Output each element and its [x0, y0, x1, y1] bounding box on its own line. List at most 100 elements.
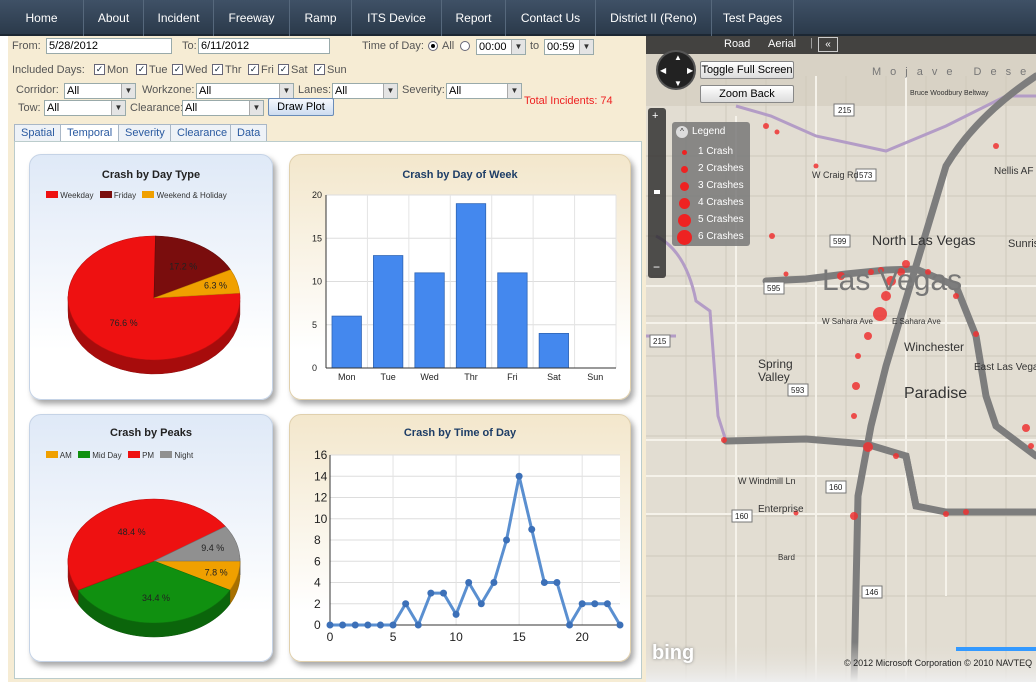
y-tick-label-4: 8	[314, 533, 321, 547]
nav-district-ii[interactable]: District II (Reno)	[596, 0, 712, 36]
lanes-select[interactable]: All ▼	[332, 83, 398, 99]
zoom-thumb[interactable]	[654, 190, 660, 194]
bing-logo: bing	[652, 642, 695, 664]
legend-dot-4	[679, 198, 690, 209]
map-aerial-button[interactable]: Aerial	[768, 38, 796, 50]
chart-card-day-of-week: Crash by Day of Week 0 5 10 15 20 Mon Tue Wed Th…	[289, 154, 631, 400]
legend-item-3: 3 Crashes	[698, 180, 744, 191]
pan-up-icon[interactable]: ▲	[674, 53, 682, 62]
clearance-select[interactable]: All ▼	[182, 100, 264, 116]
nav-test-pages[interactable]: Test Pages	[712, 0, 794, 36]
corridor-select[interactable]: All ▼	[64, 83, 136, 99]
map-pan-control[interactable]: ▲ ▼ ◀ ▶	[656, 50, 696, 90]
x-tick-label-1: 5	[390, 630, 397, 644]
pan-right-icon[interactable]: ▶	[687, 66, 693, 75]
x-tick-label-thr: Thr	[464, 372, 478, 382]
nav-ramp[interactable]: Ramp	[290, 0, 352, 36]
data-point-1	[339, 621, 347, 629]
day-checkbox-mon[interactable]: ✓	[94, 64, 105, 75]
nav-its-device[interactable]: ITS Device	[352, 0, 442, 36]
bar-fri	[497, 272, 528, 369]
tab-spatial[interactable]: Spatial	[14, 124, 62, 142]
tab-data[interactable]: Data	[230, 124, 268, 142]
map-road-button[interactable]: Road	[724, 38, 750, 50]
severity-select[interactable]: All ▼	[446, 83, 522, 99]
nav-freeway[interactable]: Freeway	[214, 0, 290, 36]
zoom-back-button[interactable]: Zoom Back	[700, 85, 794, 103]
map-zoom-slider[interactable]: + −	[648, 108, 666, 278]
time-range-radio[interactable]	[460, 41, 470, 51]
to-date-input[interactable]: 6/11/2012	[198, 38, 330, 54]
route-shield-160-west: 160	[735, 512, 749, 521]
legend-title: Legend	[692, 126, 726, 137]
corridor-label: Corridor:	[16, 84, 59, 96]
day-checkbox-thr[interactable]: ✓	[212, 64, 223, 75]
x-tick-label-4: 20	[575, 630, 589, 644]
tab-clearance[interactable]: Clearance	[170, 124, 235, 142]
route-shield-593: 593	[791, 386, 805, 395]
pie-label-3: 48.4 %	[118, 527, 146, 537]
data-point-22	[603, 600, 611, 608]
nav-incident[interactable]: Incident	[144, 0, 214, 36]
workzone-value: All	[199, 85, 212, 97]
chart-card-peaks: Crash by Peaks AM Mid Day PM Night 7.8 %…	[29, 414, 273, 662]
map-label-sunrise: Sunrise	[1008, 238, 1036, 250]
y-tick-label-8: 16	[314, 448, 328, 462]
time-all-label: All	[442, 40, 455, 52]
y-tick-label-2: 4	[314, 576, 321, 590]
from-date-input[interactable]: 5/28/2012	[46, 38, 172, 54]
legend-collapse-icon[interactable]: ^	[676, 126, 688, 138]
zoom-in-icon[interactable]: +	[652, 110, 658, 122]
chevron-down-icon: ▼	[511, 40, 525, 54]
map-panel[interactable]: 215 573 599 595 593 215 160 160 146 Moja…	[646, 36, 1036, 682]
day-checkbox-sun[interactable]: ✓	[314, 64, 325, 75]
map-label-spring-valley: Spring Valley	[758, 357, 793, 384]
day-checkbox-sat[interactable]: ✓	[278, 64, 289, 75]
zoom-out-icon[interactable]: −	[653, 260, 660, 274]
time-end-select[interactable]: 00:59 ▼	[544, 39, 594, 55]
time-start-select[interactable]: 00:00 ▼	[476, 39, 526, 55]
nav-contact-us[interactable]: Contact Us	[506, 0, 596, 36]
chart-card-day-type: Crash by Day Type Weekday Friday Weekend…	[29, 154, 273, 400]
y-tick-label-1: 2	[314, 597, 321, 611]
tow-value: All	[47, 102, 60, 114]
time-of-day-label: Time of Day:	[362, 40, 424, 52]
map-scale-bar	[956, 647, 1036, 651]
tow-label: Tow:	[18, 102, 41, 114]
time-all-radio[interactable]	[428, 41, 438, 51]
toggle-fullscreen-button[interactable]: Toggle Full Screen	[700, 61, 794, 79]
legend-item-1: 1 Crash	[698, 146, 734, 157]
day-checkbox-tue[interactable]: ✓	[136, 64, 147, 75]
workzone-select[interactable]: All ▼	[196, 83, 294, 99]
pan-left-icon[interactable]: ◀	[660, 66, 666, 75]
severity-label: Severity:	[402, 84, 445, 96]
map-label-bard: Bard	[778, 553, 795, 562]
nav-report[interactable]: Report	[442, 0, 506, 36]
chevron-down-icon: ▼	[249, 101, 263, 115]
chevron-down-icon: ▼	[579, 40, 593, 54]
data-point-20	[578, 600, 586, 608]
pan-down-icon[interactable]: ▼	[674, 79, 682, 88]
pie-label-1: 76.6 %	[110, 318, 138, 328]
nav-about[interactable]: About	[84, 0, 144, 36]
legend-item-2: 2 Crashes	[698, 163, 744, 174]
tab-severity[interactable]: Severity	[118, 124, 172, 142]
collapse-icon[interactable]: «	[818, 37, 838, 52]
tow-select[interactable]: All ▼	[44, 100, 126, 116]
day-checkbox-fri[interactable]: ✓	[248, 64, 259, 75]
y-tick-label-7: 14	[314, 469, 328, 483]
legend-dot-1	[682, 150, 687, 155]
data-point-18	[553, 579, 561, 586]
nav-home[interactable]: Home	[0, 0, 84, 36]
bar-wed	[414, 272, 445, 369]
map-label-e-sahara: E Sahara Ave	[892, 317, 941, 326]
lanes-value: All	[335, 85, 348, 97]
map-legend: ^ Legend 1 Crash 2 Crashes 3 Crashes 4 C…	[672, 122, 750, 246]
workzone-label: Workzone:	[142, 84, 195, 96]
draw-plot-button[interactable]: Draw Plot	[268, 98, 334, 116]
x-tick-label-sun: Sun	[587, 372, 603, 382]
tab-temporal[interactable]: Temporal	[60, 124, 120, 142]
y-tick-label-3: 6	[314, 554, 321, 568]
map-label-craig-rd: W Craig Rd	[812, 170, 859, 180]
day-checkbox-wed[interactable]: ✓	[172, 64, 183, 75]
